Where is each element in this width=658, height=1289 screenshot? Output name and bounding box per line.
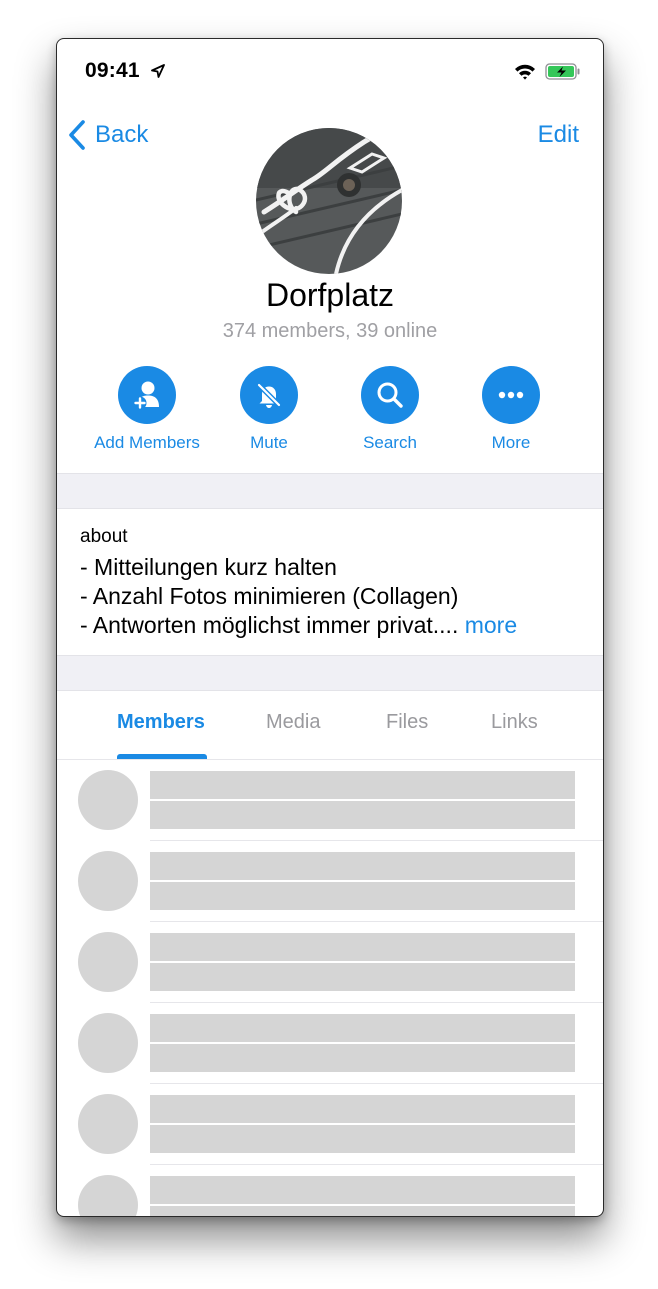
member-avatar-placeholder: [78, 1094, 138, 1154]
search-label: Search: [363, 433, 417, 452]
tab-files[interactable]: Files: [386, 711, 428, 734]
add-members-label: Add Members: [94, 433, 200, 452]
chevron-left-icon: [69, 120, 85, 150]
add-members-circle: [118, 366, 176, 424]
add-members-button[interactable]: Add Members: [77, 366, 217, 453]
tab-media[interactable]: Media: [266, 711, 320, 734]
member-avatar-placeholder: [78, 770, 138, 830]
member-avatar-placeholder: [78, 932, 138, 992]
member-status-placeholder: [150, 1206, 575, 1216]
location-arrow-icon: [151, 64, 165, 78]
about-more-link[interactable]: more: [465, 612, 517, 638]
edit-button[interactable]: Edit: [538, 121, 579, 149]
member-placeholder-row[interactable]: [57, 1003, 603, 1084]
back-label: Back: [95, 121, 149, 148]
battery-charging-icon: [545, 63, 580, 80]
about-line-1: - Mitteilungen kurz halten: [80, 554, 337, 580]
mute-label: Mute: [250, 433, 288, 452]
bell-slash-icon: [256, 382, 282, 408]
member-status-placeholder: [150, 1125, 575, 1153]
search-circle: [361, 366, 419, 424]
section-separator: [57, 473, 603, 509]
add-member-icon: [133, 381, 159, 410]
search-button[interactable]: Search: [320, 366, 460, 453]
tab-links[interactable]: Links: [491, 711, 538, 734]
member-avatar-placeholder: [78, 851, 138, 911]
more-label: More: [491, 433, 531, 452]
member-avatar-placeholder: [78, 1013, 138, 1073]
group-avatar-image: [256, 128, 402, 274]
tab-members[interactable]: Members: [117, 711, 205, 734]
phone-screen: 09:41 Back Edit Dorfplatz 374 members, 3…: [56, 38, 604, 1217]
status-time: 09:41: [85, 59, 140, 82]
member-placeholder-row[interactable]: [57, 841, 603, 922]
member-avatar-placeholder: [78, 1175, 138, 1216]
back-button[interactable]: Back: [67, 117, 148, 153]
about-line-2: - Anzahl Fotos minimieren (Collagen): [80, 583, 459, 609]
member-placeholder-row[interactable]: [57, 1165, 603, 1216]
mute-circle: [240, 366, 298, 424]
about-label: about: [80, 526, 128, 547]
search-icon: [377, 382, 403, 408]
member-name-placeholder: [150, 852, 575, 880]
more-circle: [482, 366, 540, 424]
mute-button[interactable]: Mute: [199, 366, 339, 453]
member-name-placeholder: [150, 771, 575, 799]
member-status-placeholder: [150, 963, 575, 991]
member-status-placeholder: [150, 1044, 575, 1072]
ellipsis-icon: [498, 391, 524, 399]
more-button[interactable]: More: [441, 366, 581, 453]
about-line-3: - Antworten möglichst immer privat.... m…: [80, 612, 517, 639]
member-name-placeholder: [150, 1095, 575, 1123]
member-name-placeholder: [150, 933, 575, 961]
member-status-placeholder: [150, 801, 575, 829]
member-name-placeholder: [150, 1176, 575, 1204]
group-member-count: 374 members, 39 online: [222, 320, 438, 342]
about-line-3-text: - Antworten möglichst immer privat....: [80, 612, 459, 638]
member-status-placeholder: [150, 882, 575, 910]
member-placeholder-row[interactable]: [57, 760, 603, 841]
group-name: Dorfplatz: [265, 277, 395, 313]
wifi-icon: [515, 64, 535, 80]
section-separator: [57, 655, 603, 691]
member-placeholder-row[interactable]: [57, 922, 603, 1003]
group-avatar[interactable]: [256, 128, 402, 274]
member-name-placeholder: [150, 1014, 575, 1042]
member-placeholder-row[interactable]: [57, 1084, 603, 1165]
